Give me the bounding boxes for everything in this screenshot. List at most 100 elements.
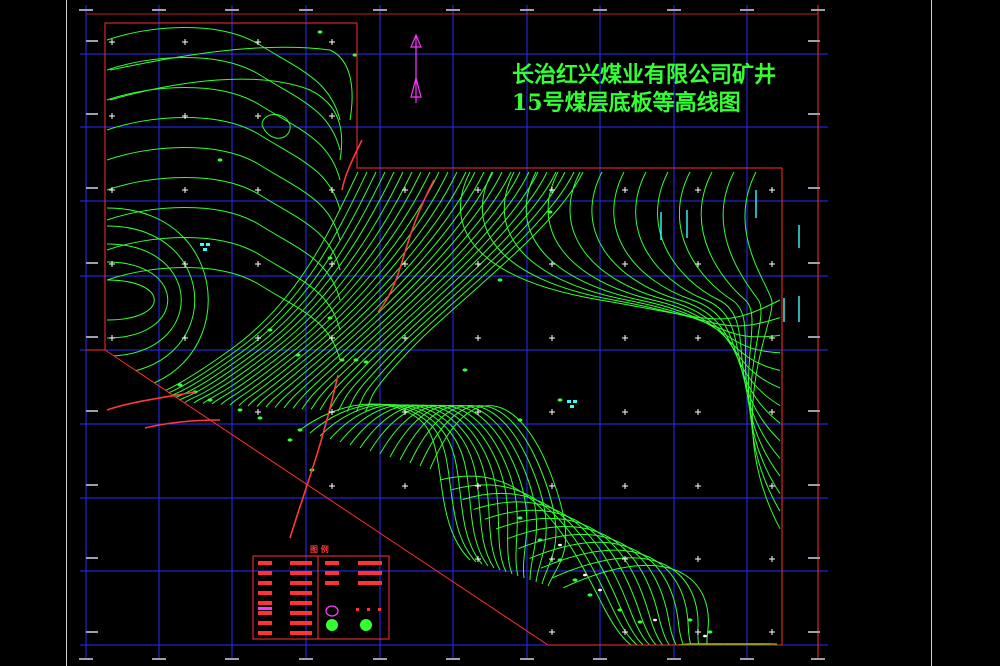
grid-tick-label: [808, 187, 820, 189]
elevation-mark: [583, 573, 587, 577]
elevation-mark: [598, 588, 602, 592]
legend-label: [290, 621, 312, 625]
elevation-mark: [517, 516, 523, 520]
grid-tick-label: [299, 658, 313, 660]
map-title-line1: 长治红兴煤业有限公司矿井: [512, 62, 776, 88]
legend-symbol: [258, 631, 272, 635]
grid-tick-label: [86, 40, 98, 42]
elevation-mark: [557, 398, 563, 402]
elevation-mark: [327, 316, 333, 320]
elevation-mark: [462, 368, 468, 372]
legend-borehole-icon: [326, 619, 338, 631]
elevation-mark: [653, 618, 657, 622]
legend-symbol: [258, 607, 272, 610]
contour-line: [106, 87, 341, 181]
cad-viewport[interactable]: 长治红兴煤业有限公司矿井 15号煤层底板等高线图 图 例: [0, 0, 1000, 666]
grid-tick-label: [811, 658, 825, 660]
elevation-mark: [339, 358, 345, 362]
map-title-line2: 15号煤层底板等高线图: [512, 90, 741, 116]
elevation-mark: [217, 158, 223, 162]
grid-tick-label: [808, 410, 820, 412]
grid-tick-label: [86, 410, 98, 412]
legend-label: [358, 581, 382, 585]
grid-tick-label: [373, 658, 387, 660]
elevation-mark: [363, 360, 369, 364]
legend-symbol: [258, 561, 272, 565]
grid-tick-label: [152, 658, 166, 660]
elevation-mark: [327, 256, 333, 260]
contour-line: [657, 171, 781, 459]
contour-line: [261, 114, 291, 139]
contour-line: [106, 27, 341, 121]
legend-symbol: [258, 601, 272, 605]
elevation-mark: [267, 328, 273, 332]
elevation-mark: [177, 383, 183, 387]
contour-line: [166, 171, 386, 402]
elevation-mark: [587, 593, 593, 597]
contour-line: [211, 171, 431, 405]
legend-symbol: [258, 591, 272, 595]
legend-symbol: [367, 608, 370, 611]
grid-tick-label: [86, 631, 98, 633]
grid-tick-label: [79, 658, 93, 660]
contour-line: [109, 46, 353, 121]
legend-label: [290, 561, 312, 565]
legend-borehole-icon: [360, 619, 372, 631]
legend-symbol: [325, 571, 339, 575]
contour-line: [106, 177, 341, 271]
elevation-mark: [295, 353, 301, 357]
grid-tick-label: [86, 262, 98, 264]
elevation-mark: [287, 438, 293, 442]
contour-map[interactable]: 长治红兴煤业有限公司矿井 15号煤层底板等高线图 图 例: [0, 0, 1000, 666]
grid-tick-label: [86, 187, 98, 189]
grid-tick-label: [86, 557, 98, 559]
contour-line: [562, 564, 778, 645]
contour-line: [328, 171, 548, 411]
grid-tick-label: [808, 484, 820, 486]
grid-tick-label: [808, 262, 820, 264]
elevation-mark: [237, 408, 243, 412]
contour-line: [309, 403, 477, 563]
legend-symbol: [258, 611, 272, 615]
legend-label: [290, 581, 312, 585]
elevation-mark: [547, 210, 553, 214]
contour-line: [359, 404, 507, 573]
contour-line: [460, 171, 781, 320]
contour-line: [678, 171, 781, 477]
grid-tick-label: [808, 631, 820, 633]
fault-line-icon: [341, 139, 363, 191]
legend-symbol: [258, 581, 272, 585]
grid-tick-label: [520, 9, 534, 11]
grid-tick-label: [225, 9, 239, 11]
legend-symbol: [356, 608, 359, 611]
legend-circle-icon: [325, 605, 339, 617]
contour-line: [484, 509, 729, 645]
legend-label: [290, 571, 312, 575]
contour-line: [175, 171, 395, 403]
grid-tick-label: [667, 658, 681, 660]
legend-label: [358, 571, 382, 575]
legend-symbol: [325, 581, 339, 585]
elevation-mark: [703, 634, 707, 638]
grid-tick-label: [86, 336, 98, 338]
grid-tick-label: [808, 336, 820, 338]
contour-line: [722, 171, 781, 512]
grid-tick-label: [86, 484, 98, 486]
grid-tick-label: [808, 557, 820, 559]
elevation-mark: [572, 578, 578, 582]
contour-line: [319, 404, 483, 565]
mine-boundary: [86, 22, 783, 646]
contour-line: [569, 171, 781, 389]
legend-label: [290, 591, 312, 595]
elevation-mark: [707, 630, 713, 634]
grid-tick-label: [446, 658, 460, 660]
grid-tick-label: [446, 9, 460, 11]
legend-label: [290, 601, 312, 605]
contour-line: [106, 279, 155, 321]
elevation-mark: [317, 30, 323, 34]
grid-tick-label: [808, 40, 820, 42]
grid-tick-label: [808, 113, 820, 115]
legend-symbol: [325, 561, 339, 565]
contour-line: [106, 147, 341, 241]
legend-symbol: [258, 621, 272, 625]
